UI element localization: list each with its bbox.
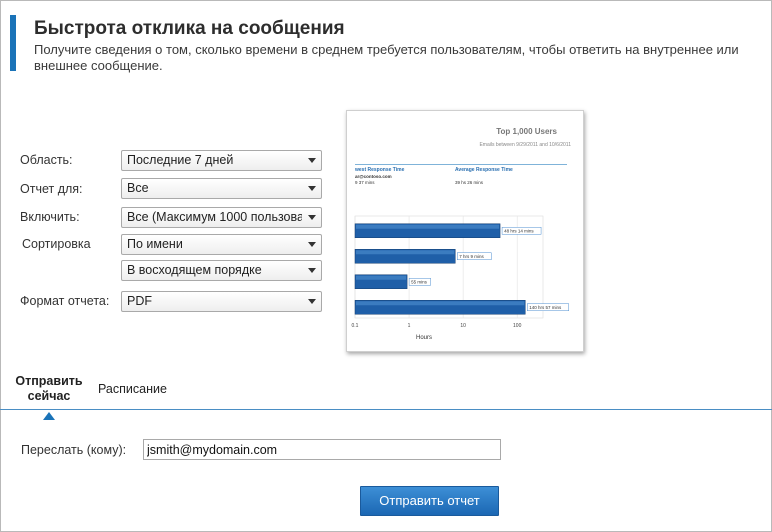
active-tab-pointer-icon [43,412,55,420]
chart-x-tick-label: 10 [460,323,466,329]
chart-x-tick-label: 100 [513,323,522,329]
chart-x-axis-label: Hours [416,335,432,341]
report-for-label: Отчет для: [20,182,83,196]
format-label: Формат отчета: [20,294,110,308]
tab-send-now[interactable]: Отправить сейчас [14,374,84,404]
chevron-down-icon [308,299,316,304]
chart-data-label: 7 hrs 9 mins [459,254,484,259]
sort-value: По имени [127,237,183,251]
include-select[interactable]: Все (Максимум 1000 пользоват [121,207,322,228]
scope-label: Область: [20,153,73,167]
chevron-down-icon [308,242,316,247]
preview-col1-line1: ar@contoso.com [355,174,392,179]
chart-x-tick-label: 1 [408,323,411,329]
scope-select[interactable]: Последние 7 дней [121,150,322,171]
page-title: Быстрота отклика на сообщения [34,18,345,39]
tabs-divider [0,409,772,410]
format-value: PDF [127,294,152,308]
response-time-chart: 0.1 1 10 100 Hours 48 hrs 14 mins 7 hrs 9 mins… [352,215,570,341]
preview-subtitle: Emails between 9/29/2011 and 10/6/2011 [479,142,571,148]
chart-bar-highlight [356,301,525,306]
chevron-down-icon [308,158,316,163]
include-value: Все (Максимум 1000 пользоват [127,210,302,224]
chart-bar-highlight [356,250,455,255]
page-subtitle: Получите сведения о том, сколько времени… [34,42,739,73]
sort-label: Сортировка [22,237,91,251]
preview-col2-label: Average Response Time [455,167,513,173]
sort-select[interactable]: По имени [121,234,322,255]
chart-bar-highlight [356,224,500,229]
chart-bar-highlight [356,275,407,280]
chart-data-label: 48 hrs 14 mins [504,228,534,233]
send-to-label: Переслать (кому): [21,443,127,457]
preview-divider [355,164,567,165]
report-for-value: Все [127,181,149,195]
format-select[interactable]: PDF [121,291,322,312]
preview-col1-line2: 9 37 mins [355,180,375,185]
chart-x-tick-label: 0.1 [352,323,359,329]
chevron-down-icon [308,268,316,273]
header-accent-bar [10,15,16,71]
chart-data-label: 140 hrs 57 mins [529,305,562,310]
sort-order-value: В восходящем порядке [127,263,262,277]
send-report-button[interactable]: Отправить отчет [360,486,499,516]
scope-value: Последние 7 дней [127,153,234,167]
chevron-down-icon [308,186,316,191]
preview-col1-label: west Response Time [355,167,405,173]
preview-title: Top 1,000 Users [496,127,557,136]
send-to-input[interactable] [143,439,501,460]
chevron-down-icon [308,215,316,220]
sort-order-select[interactable]: В восходящем порядке [121,260,322,281]
report-for-select[interactable]: Все [121,178,322,199]
preview-col2-value: 39 hs 26 mins [455,180,484,185]
tab-schedule[interactable]: Расписание [98,382,167,396]
chart-data-label: 55 mins [411,279,428,284]
include-label: Включить: [20,210,80,224]
report-preview: Top 1,000 Users Emails between 9/29/2011… [346,110,584,352]
